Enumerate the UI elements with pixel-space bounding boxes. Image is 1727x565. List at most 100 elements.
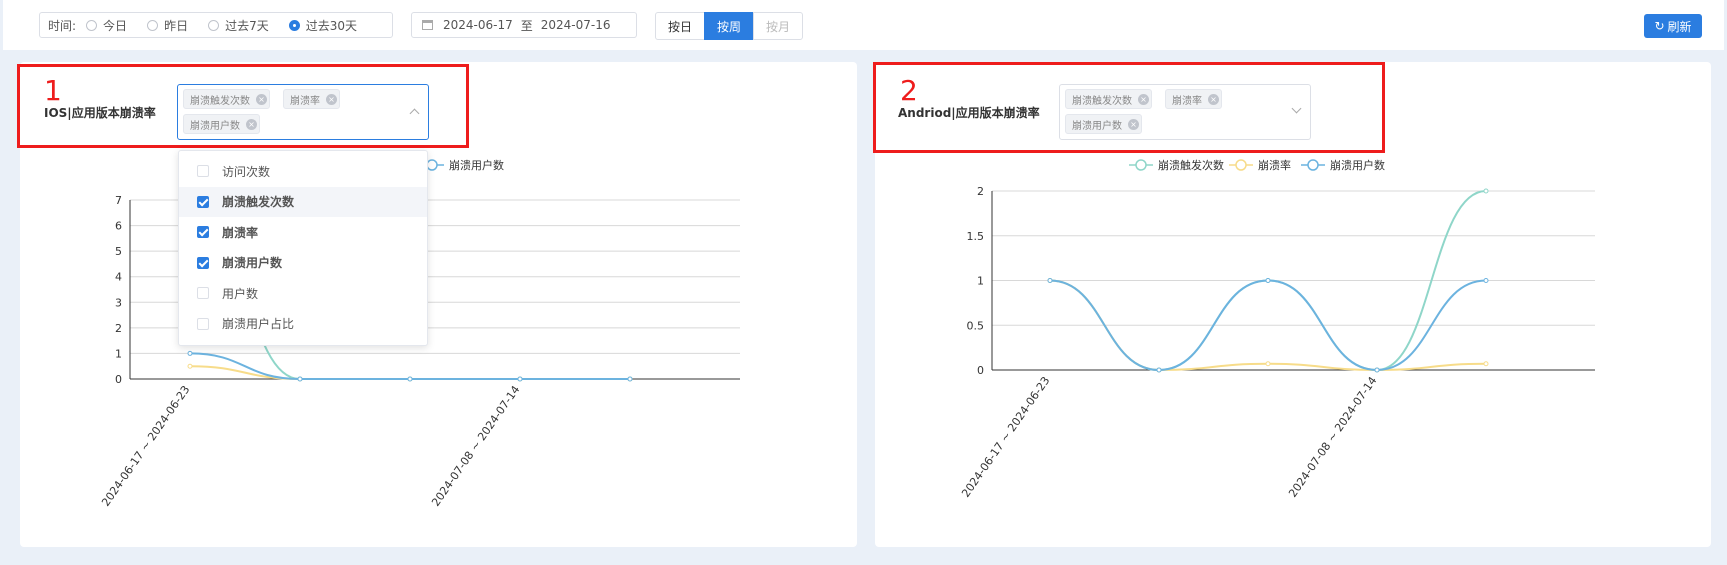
checkbox-icon — [197, 256, 209, 269]
granularity-switch: 按日 按周 按月 — [655, 12, 803, 40]
ios-metric-dropdown: 访问次数 崩溃触发次数 崩溃率 崩溃用户数 用户数 崩溃用户占比 — [178, 150, 428, 346]
ios-tag-crash-rate: 崩溃率 × — [283, 89, 340, 109]
android-panel-title: Andriod|应用版本崩溃率 — [898, 106, 1040, 120]
radio-label: 昨日 — [164, 18, 189, 33]
close-icon[interactable]: × — [1208, 93, 1219, 105]
legend-marker — [1307, 159, 1319, 171]
filter-bar: 时间: 今日 昨日 过去7天 过去30天 2024-06-17 至 2024-0… — [3, 0, 1724, 50]
radio-dot-icon — [208, 19, 220, 31]
radio-yesterday[interactable]: 昨日 — [147, 17, 188, 34]
close-icon[interactable]: × — [246, 118, 257, 130]
close-icon[interactable]: × — [256, 93, 267, 105]
radio-past-30-days[interactable]: 过去30天 — [288, 17, 357, 34]
data-point — [297, 376, 303, 382]
radio-today[interactable]: 今日 — [86, 17, 127, 34]
option-label: 崩溃用户占比 — [222, 317, 295, 332]
android-tag-crash-rate: 崩溃率 × — [1165, 89, 1222, 109]
data-point — [1265, 361, 1271, 367]
option-crash-users[interactable]: 崩溃用户数 — [179, 248, 427, 279]
android-metric-select[interactable]: 崩溃触发次数 × 崩溃率 × 崩溃用户数 × — [1059, 84, 1311, 140]
option-users[interactable]: 用户数 — [179, 278, 427, 309]
chevron-down-icon — [1291, 103, 1302, 114]
ios-metric-select[interactable]: 崩溃触发次数 × 崩溃率 × 崩溃用户数 × — [177, 84, 429, 140]
tag-label: 崩溃率 — [1172, 95, 1202, 107]
y-tick-label: 1 — [115, 347, 122, 360]
tag-label: 崩溃触发次数 — [190, 95, 250, 107]
by-day-button[interactable]: 按日 — [655, 12, 705, 40]
radio-past-7-days[interactable]: 过去7天 — [208, 17, 269, 34]
android-tag-crash-count: 崩溃触发次数 × — [1065, 89, 1152, 109]
option-label: 用户数 — [222, 286, 259, 301]
y-tick-label: 0 — [977, 364, 984, 377]
x-tick-label: 2024-06-17 ~ 2024-06-23 — [99, 383, 192, 508]
tag-label: 崩溃触发次数 — [1072, 95, 1132, 107]
data-point — [517, 376, 523, 382]
data-point — [187, 363, 193, 369]
y-tick-label: 0.5 — [967, 319, 985, 332]
time-label: 时间: — [48, 18, 77, 33]
android-tag-crash-users: 崩溃用户数 × — [1065, 114, 1142, 134]
x-tick-label: 2024-07-08 ~ 2024-07-14 — [429, 383, 522, 508]
y-tick-label: 6 — [115, 220, 122, 233]
calendar-icon — [422, 20, 433, 30]
data-point — [1156, 367, 1162, 373]
legend-label: 崩溃用户数 — [449, 158, 504, 172]
time-radio-group: 时间: 今日 昨日 过去7天 过去30天 — [39, 12, 393, 38]
legend-marker — [1235, 159, 1247, 171]
close-icon[interactable]: × — [1138, 93, 1149, 105]
legend-marker — [1135, 159, 1147, 171]
checkbox-icon — [197, 226, 209, 239]
y-tick-label: 2 — [977, 185, 984, 198]
radio-label: 今日 — [103, 18, 128, 33]
checkbox-icon — [197, 287, 209, 300]
close-icon[interactable]: × — [1128, 118, 1139, 130]
option-visits[interactable]: 访问次数 — [179, 156, 427, 187]
ios-tag-crash-users: 崩溃用户数 × — [183, 114, 260, 134]
refresh-button[interactable]: ↻ 刷新 — [1644, 14, 1702, 38]
by-week-button[interactable]: 按周 — [704, 12, 754, 40]
radio-dot-icon — [86, 19, 98, 31]
radio-dot-icon — [147, 19, 159, 31]
tag-label: 崩溃用户数 — [1072, 120, 1122, 132]
option-crash-count[interactable]: 崩溃触发次数 — [179, 186, 427, 217]
checkbox-icon — [197, 165, 209, 178]
close-icon[interactable]: × — [326, 93, 337, 105]
android-line-chart: 0 0.5 1 1.5 2 2024-06-17 ~ 2024-06-23 2024-07-… — [959, 158, 1595, 500]
y-tick-label: 1.5 — [967, 230, 985, 243]
y-tick-label: 7 — [115, 194, 122, 207]
radio-label: 过去7天 — [225, 18, 269, 33]
y-tick-label: 0 — [115, 373, 122, 386]
x-tick-label: 2024-06-17 ~ 2024-06-23 — [959, 374, 1052, 499]
data-point — [407, 376, 413, 382]
radio-label: 过去30天 — [305, 18, 357, 33]
option-crash-user-ratio[interactable]: 崩溃用户占比 — [179, 309, 427, 340]
data-point — [187, 350, 193, 356]
date-start[interactable]: 2024-06-17 — [443, 18, 513, 32]
option-label: 崩溃用户数 — [222, 256, 283, 271]
data-point — [1374, 367, 1380, 373]
date-range-picker[interactable]: 2024-06-17 至 2024-07-16 — [411, 12, 637, 38]
date-end[interactable]: 2024-07-16 — [541, 18, 611, 32]
legend-marker — [426, 159, 438, 171]
data-point — [1483, 188, 1489, 194]
legend-label: 崩溃触发次数 — [1158, 158, 1224, 172]
by-month-button[interactable]: 按月 — [753, 12, 803, 40]
data-point — [1483, 278, 1489, 283]
y-tick-label: 4 — [115, 271, 122, 284]
data-point — [1483, 361, 1489, 367]
data-point — [1047, 278, 1053, 283]
legend-label: 崩溃用户数 — [1330, 158, 1385, 172]
y-tick-label: 1 — [977, 275, 984, 288]
ios-panel-title: IOS|应用版本崩溃率 — [44, 106, 156, 120]
refresh-icon: ↻ — [1654, 19, 1665, 33]
option-label: 崩溃触发次数 — [222, 195, 295, 210]
tag-label: 崩溃用户数 — [190, 120, 240, 132]
annotation-number-1: 1 — [44, 74, 62, 107]
data-point — [1265, 278, 1271, 283]
checkbox-icon — [197, 317, 209, 330]
option-label: 访问次数 — [222, 164, 271, 179]
option-crash-rate[interactable]: 崩溃率 — [179, 217, 427, 248]
annotation-number-2: 2 — [900, 74, 918, 107]
option-label: 崩溃率 — [222, 225, 259, 240]
tag-label: 崩溃率 — [290, 95, 320, 107]
